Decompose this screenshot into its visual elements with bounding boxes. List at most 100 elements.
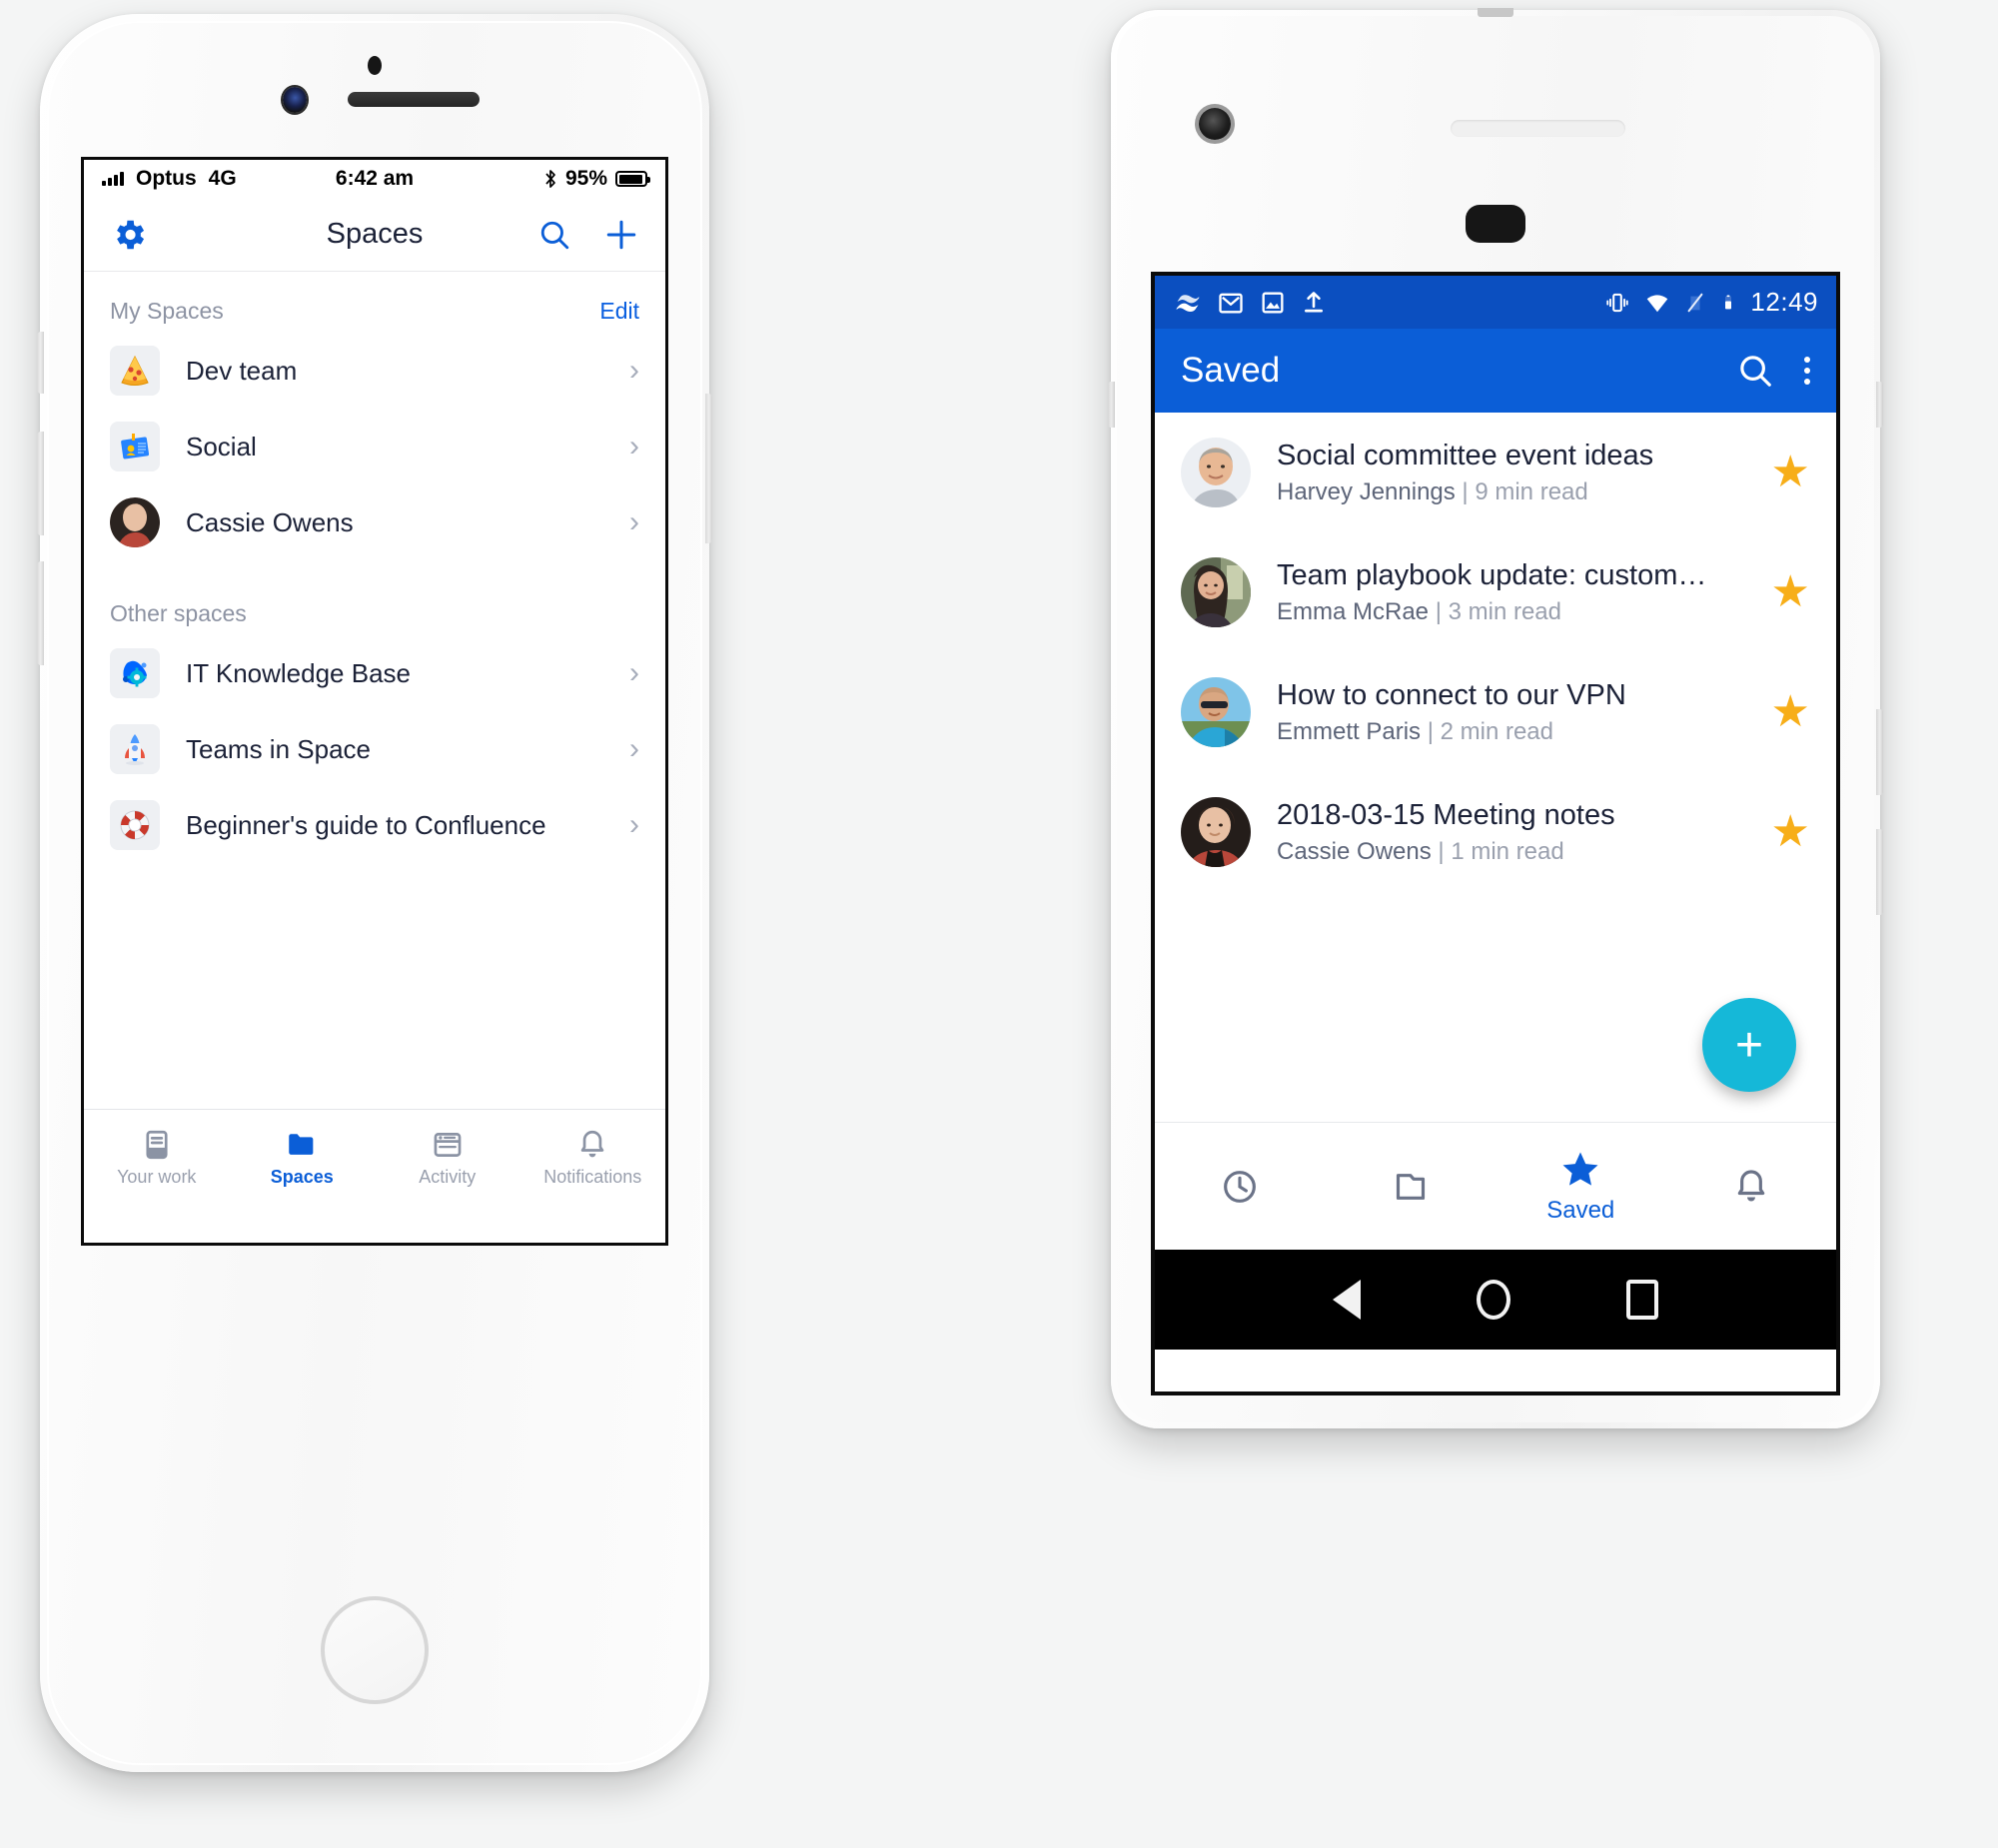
chevron-right-icon: ›: [629, 808, 639, 841]
upload-icon: [1305, 291, 1323, 313]
folder-icon: [289, 1133, 314, 1155]
tab-label: Activity: [419, 1166, 477, 1187]
list-item-meta: Harvey Jennings | 9 min read: [1277, 477, 1588, 505]
emmett-avatar: [1181, 677, 1251, 747]
iphone-volume-up-button[interactable]: [37, 432, 44, 535]
android-bottom-navigation: Saved: [1155, 1122, 1836, 1250]
search-icon[interactable]: [1736, 352, 1774, 390]
section-title: My Spaces: [110, 298, 224, 324]
star-icon[interactable]: ★: [1771, 690, 1810, 734]
clock-icon: [1224, 1170, 1257, 1203]
vibrate-icon: [1606, 293, 1629, 312]
list-item-title: How to connect to our VPN: [1277, 678, 1626, 711]
bell-icon: [1737, 1169, 1764, 1201]
proximity-sensor-icon: [368, 56, 382, 75]
android-screen: 12:49 Saved Social committee event ideas…: [1151, 272, 1840, 1395]
space-label: Dev team: [186, 355, 298, 386]
tab-label: Saved: [1546, 1197, 1615, 1224]
bottom-tab-spaces[interactable]: [1326, 1123, 1497, 1250]
list-item-text: How to connect to our VPN Emmett Paris |…: [1277, 679, 1755, 746]
edit-button[interactable]: Edit: [599, 298, 639, 325]
android-status-notifications: [1173, 289, 1327, 317]
tab-your-work[interactable]: Your work: [84, 1110, 230, 1205]
iphone-home-button[interactable]: [321, 1596, 429, 1704]
list-item[interactable]: Social committee event ideas Harvey Jenn…: [1155, 413, 1836, 532]
bottom-tab-recent[interactable]: [1155, 1123, 1326, 1250]
read-time: 9 min read: [1475, 477, 1588, 505]
activity-icon: [434, 1132, 462, 1157]
sidebar-item-beginners-guide[interactable]: Beginner's guide to Confluence ›: [84, 787, 665, 863]
android-system-navigation: [1155, 1250, 1836, 1350]
ios-nav-actions: [537, 217, 639, 253]
sidebar-item-it-knowledge-base[interactable]: IT Knowledge Base ›: [84, 635, 665, 711]
star-icon[interactable]: ★: [1771, 570, 1810, 614]
sidebar-item-social[interactable]: Social ›: [84, 409, 665, 484]
screenshot-stage: Optus 4G 6:42 am 95% Spaces My Spaces Ed…: [0, 0, 1998, 1848]
sidebar-item-teams-in-space[interactable]: Teams in Space ›: [84, 711, 665, 787]
ios-navigation-bar: Spaces: [84, 198, 665, 272]
space-label: Social: [186, 431, 257, 462]
emma-avatar: [1181, 557, 1251, 627]
android-power-button[interactable]: [1876, 709, 1883, 795]
list-item-meta: Cassie Owens | 1 min read: [1277, 837, 1564, 865]
wifi-icon: [1647, 294, 1668, 312]
search-icon[interactable]: [537, 218, 571, 252]
android-volume-button[interactable]: [1876, 829, 1883, 915]
read-time: 3 min read: [1448, 597, 1561, 625]
chevron-right-icon: ›: [629, 505, 639, 538]
plus-icon[interactable]: [603, 217, 639, 253]
tab-spaces[interactable]: Spaces: [230, 1110, 376, 1205]
kebab-menu-icon[interactable]: [1804, 357, 1810, 385]
list-item-title: 2018-03-15 Meeting notes: [1277, 798, 1615, 831]
tab-activity[interactable]: Activity: [375, 1110, 520, 1205]
earpiece-speaker-icon: [1451, 120, 1625, 137]
status-time: 12:49: [1750, 287, 1818, 317]
space-label: Teams in Space: [186, 733, 371, 764]
author-name: Emmett Paris: [1277, 717, 1422, 745]
create-fab-button[interactable]: +: [1702, 998, 1796, 1092]
folder-icon: [1396, 1173, 1425, 1200]
list-item-meta: Emma McRae | 3 min read: [1277, 597, 1561, 625]
gmail-icon: [1219, 293, 1243, 313]
android-side-button-left[interactable]: [1108, 382, 1115, 428]
list-item[interactable]: Team playbook update: custom… Emma McRae…: [1155, 532, 1836, 652]
front-camera-icon: [283, 87, 307, 113]
plus-icon: +: [1734, 1018, 1764, 1072]
rocket-icon: [110, 724, 160, 774]
bottom-tab-notifications[interactable]: [1666, 1123, 1837, 1250]
iphone-power-button[interactable]: [705, 394, 712, 543]
android-status-bar: 12:49: [1155, 276, 1836, 329]
list-item[interactable]: How to connect to our VPN Emmett Paris |…: [1155, 652, 1836, 772]
bottom-tab-saved[interactable]: Saved: [1496, 1123, 1666, 1250]
confluence-icon: [1176, 294, 1200, 312]
list-item-text: Team playbook update: custom… Emma McRae…: [1277, 559, 1755, 626]
space-label: IT Knowledge Base: [186, 657, 411, 688]
android-side-button-right[interactable]: [1876, 382, 1883, 428]
image-icon: [1262, 292, 1284, 313]
star-icon[interactable]: ★: [1771, 451, 1810, 494]
life-ring-icon: [110, 800, 160, 850]
author-name: Cassie Owens: [1277, 837, 1432, 865]
iphone-silent-switch[interactable]: [37, 332, 44, 394]
bell-icon: [580, 1130, 604, 1157]
tab-label: Your work: [117, 1166, 197, 1187]
your-work-icon: [146, 1130, 168, 1159]
chevron-right-icon: ›: [629, 656, 639, 689]
sidebar-item-cassie-owens[interactable]: Cassie Owens ›: [84, 484, 665, 560]
star-icon[interactable]: ★: [1771, 810, 1810, 854]
recents-square-icon[interactable]: [1626, 1280, 1658, 1320]
cassie-avatar: [1181, 797, 1251, 867]
android-device-frame: 12:49 Saved Social committee event ideas…: [1108, 8, 1883, 1428]
list-item[interactable]: 2018-03-15 Meeting notes Cassie Owens | …: [1155, 772, 1836, 892]
home-circle-icon[interactable]: [1477, 1280, 1510, 1320]
app-bar-actions: [1736, 352, 1810, 390]
back-triangle-icon[interactable]: [1333, 1280, 1361, 1320]
section-header-my-spaces: My Spaces Edit: [84, 286, 665, 333]
tab-notifications[interactable]: Notifications: [520, 1110, 666, 1205]
iphone-volume-down-button[interactable]: [37, 561, 44, 665]
earpiece-speaker-icon: [348, 92, 480, 107]
sidebar-item-dev-team[interactable]: Dev team ›: [84, 333, 665, 409]
iphone-screen: Optus 4G 6:42 am 95% Spaces My Spaces Ed…: [81, 157, 668, 1246]
front-camera-icon: [1199, 108, 1231, 140]
space-label: Beginner's guide to Confluence: [186, 809, 546, 840]
